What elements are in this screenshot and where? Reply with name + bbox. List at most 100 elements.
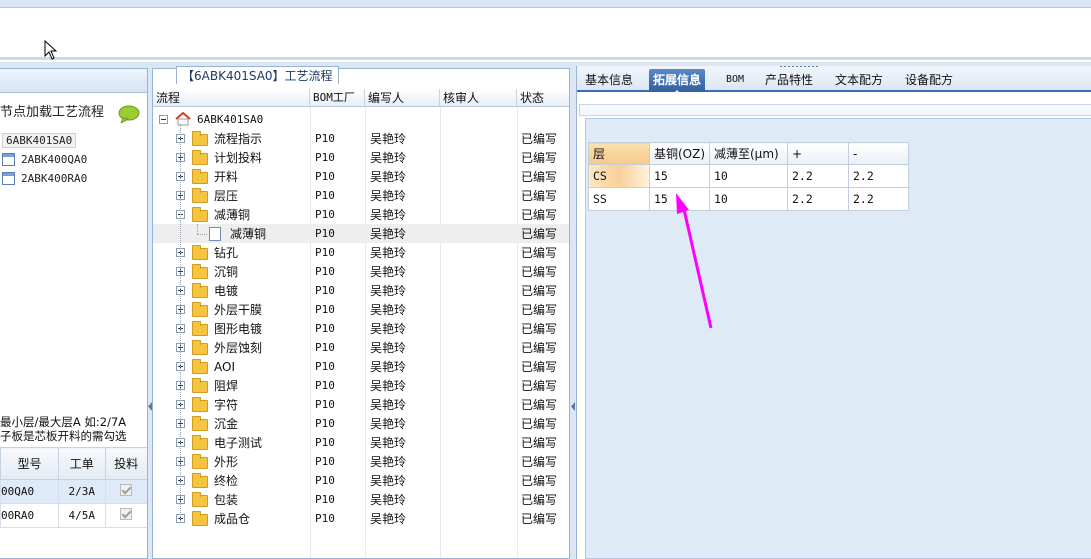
model-table: 型号 工单 投料 00QA0 2/3A 00RA0 4/5A (0, 447, 147, 528)
tree-row[interactable]: 阻焊 P10 吴艳玲 已编写 (153, 376, 569, 395)
folder-icon (192, 207, 208, 222)
detail-table-header[interactable]: 层 (588, 142, 650, 165)
detail-table-cell[interactable]: 2.2 (848, 164, 909, 188)
tree-row[interactable]: 电子测试 P10 吴艳玲 已编写 (153, 433, 569, 452)
table-row[interactable]: CS 15 10 2.2 2.2 (588, 164, 909, 188)
folder-icon (192, 131, 208, 146)
node-list-item[interactable]: 2ABK400RA0 (0, 169, 147, 188)
tree-node-label: 包装 (214, 493, 239, 507)
status-cell: 已编写 (521, 341, 558, 355)
tree-node-label: 层压 (214, 189, 239, 203)
node-panel: 节点加载工艺流程 6ABK401SA0 2ABK400QA0 2ABK400RA0 … (0, 68, 148, 559)
tree-row[interactable]: 开料 P10 吴艳玲 已编写 (153, 167, 569, 186)
detail-tabs: 基本信息 拓展信息 BOM 产品特性 文本配方 设备配方 (577, 66, 1091, 94)
folder-icon (192, 245, 208, 260)
model-table-header[interactable]: 工单 (57, 447, 106, 480)
bom-factory-cell: P10 (315, 265, 335, 278)
chat-bubble-icon[interactable] (118, 105, 140, 123)
tree-root-row[interactable]: 6ABK401SA0 (153, 110, 569, 129)
bom-factory-cell: P10 (315, 322, 335, 335)
folder-icon (192, 397, 208, 412)
tree-row[interactable]: 计划投料 P10 吴艳玲 已编写 (153, 148, 569, 167)
collapse-toggle[interactable] (159, 115, 168, 124)
detail-table-header[interactable]: + (787, 142, 849, 165)
tree-column-header[interactable]: 流程 (153, 89, 310, 107)
tree-row[interactable]: 外层蚀刻 P10 吴艳玲 已编写 (153, 338, 569, 357)
folder-icon (192, 188, 208, 203)
folder-icon (192, 169, 208, 184)
detail-table-header[interactable]: 减薄至(μm) (709, 142, 788, 165)
order-cell: 2/3A (57, 479, 106, 504)
node-list-item[interactable]: 2ABK400QA0 (0, 150, 147, 169)
tree-row[interactable]: 终检 P10 吴艳玲 已编写 (153, 471, 569, 490)
tree-row[interactable]: 减薄铜 P10 吴艳玲 已编写 (153, 224, 569, 243)
feed-cell (104, 503, 147, 528)
tree-row[interactable]: 图形电镀 P10 吴艳玲 已编写 (153, 319, 569, 338)
model-table-header[interactable]: 型号 (0, 447, 59, 480)
process-tree: 6ABK401SA0 流程指示 P10 吴艳玲 已编写 计划投料 P10 吴艳玲 已编写 开料 P1… (153, 110, 569, 528)
folder-icon (192, 302, 208, 317)
tree-row[interactable]: 字符 P10 吴艳玲 已编写 (153, 395, 569, 414)
tree-row[interactable]: 流程指示 P10 吴艳玲 已编写 (153, 129, 569, 148)
folder-icon (192, 283, 208, 298)
folder-icon (192, 435, 208, 450)
feed-checkbox[interactable] (120, 484, 133, 496)
tree-row[interactable]: 层压 P10 吴艳玲 已编写 (153, 186, 569, 205)
tree-row[interactable]: 减薄铜 P10 吴艳玲 已编写 (153, 205, 569, 224)
detail-table-cell[interactable]: 15 (649, 164, 710, 188)
tree-column-header[interactable]: 核审人 (440, 89, 517, 107)
node-list-item-label: 2ABK400QA0 (21, 153, 88, 166)
process-tree-caption: 【6ABK401SA0】工艺流程 (176, 66, 339, 84)
status-cell: 已编写 (521, 265, 558, 279)
model-table-header[interactable]: 投料 (104, 447, 147, 480)
detail-table-cell[interactable]: CS (588, 164, 650, 188)
editor-cell: 吴艳玲 (370, 493, 407, 507)
table-row[interactable]: 00RA0 4/5A (0, 503, 147, 528)
table-row[interactable]: 00QA0 2/3A (0, 479, 147, 504)
detail-table-cell[interactable]: 2.2 (787, 187, 849, 211)
detail-table-cell[interactable]: 10 (709, 187, 788, 211)
tab-0[interactable]: 基本信息 (581, 69, 637, 92)
node-list-item[interactable]: 6ABK401SA0 (0, 131, 147, 150)
tree-row[interactable]: 外层干膜 P10 吴艳玲 已编写 (153, 300, 569, 319)
status-cell: 已编写 (521, 417, 558, 431)
tree-row[interactable]: 沉铜 P10 吴艳玲 已编写 (153, 262, 569, 281)
editor-cell: 吴艳玲 (370, 170, 407, 184)
editor-cell: 吴艳玲 (370, 227, 407, 241)
tree-row[interactable]: 外形 P10 吴艳玲 已编写 (153, 452, 569, 471)
status-cell: 已编写 (521, 132, 558, 146)
tree-row[interactable]: 包装 P10 吴艳玲 已编写 (153, 490, 569, 509)
tree-row[interactable]: 电镀 P10 吴艳玲 已编写 (153, 281, 569, 300)
top-toolbar-strip (0, 0, 1091, 8)
detail-table-header[interactable]: - (848, 142, 909, 165)
tree-node-label: 字符 (214, 398, 239, 412)
detail-table-cell[interactable]: SS (588, 187, 650, 211)
tab-3[interactable]: 产品特性 (761, 69, 817, 92)
tree-row[interactable]: AOI P10 吴艳玲 已编写 (153, 357, 569, 376)
detail-table-cell[interactable]: 2.2 (787, 164, 849, 188)
detail-table-cell[interactable]: 2.2 (848, 187, 909, 211)
detail-table-cell[interactable]: 15 (649, 187, 710, 211)
detail-table-header[interactable]: 基铜(OZ) (649, 142, 710, 165)
tab-5[interactable]: 设备配方 (901, 69, 957, 92)
status-cell: 已编写 (521, 322, 558, 336)
editor-cell: 吴艳玲 (370, 322, 407, 336)
tree-column-header[interactable]: 状态 (517, 89, 569, 107)
tree-row[interactable]: 成品仓 P10 吴艳玲 已编写 (153, 509, 569, 528)
workspace: 节点加载工艺流程 6ABK401SA0 2ABK400QA0 2ABK400RA0 … (0, 62, 1091, 559)
table-row[interactable]: SS 15 10 2.2 2.2 (588, 187, 909, 211)
tree-row[interactable]: 沉金 P10 吴艳玲 已编写 (153, 414, 569, 433)
tree-root-label: 6ABK401SA0 (197, 113, 264, 126)
detail-table-cell[interactable]: 10 (709, 164, 788, 188)
bom-factory-cell: P10 (315, 227, 335, 240)
tab-2[interactable]: BOM (722, 69, 748, 92)
editor-cell: 吴艳玲 (370, 436, 407, 450)
tab-4[interactable]: 文本配方 (831, 69, 887, 92)
tree-row[interactable]: 钻孔 P10 吴艳玲 已编写 (153, 243, 569, 262)
tab-1[interactable]: 拓展信息 (649, 69, 706, 94)
folder-icon (192, 492, 208, 507)
tree-column-header[interactable]: 编写人 (365, 89, 440, 107)
feed-checkbox[interactable] (120, 508, 133, 520)
status-cell: 已编写 (521, 474, 558, 488)
tree-column-header[interactable]: BOM工厂 (310, 89, 365, 107)
